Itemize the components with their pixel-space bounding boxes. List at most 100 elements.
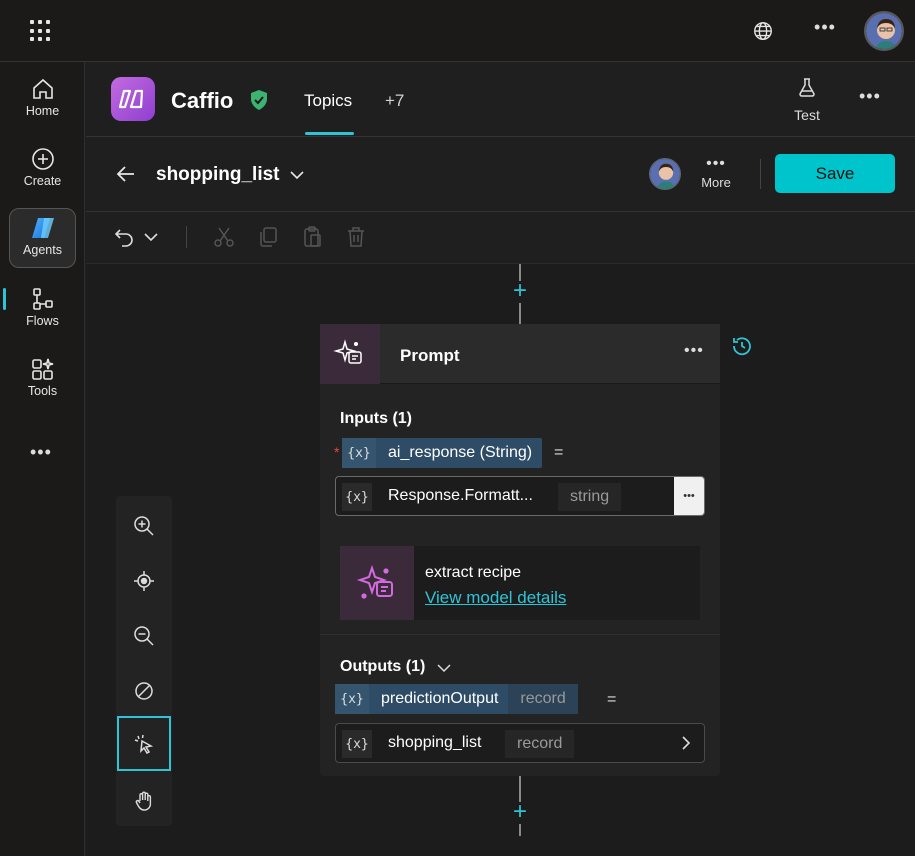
recenter-button[interactable]: [116, 553, 172, 608]
zoom-in-icon: [134, 515, 154, 536]
active-tab-underline: [305, 132, 354, 135]
cut-icon[interactable]: [212, 225, 236, 249]
divider: [760, 159, 761, 189]
output-variable-name: predictionOutput: [381, 690, 499, 707]
agent-logo: [111, 77, 155, 121]
equals-sign: =: [607, 691, 617, 708]
more-button[interactable]: ••• More: [694, 155, 738, 199]
rail-item-create[interactable]: Create: [9, 140, 76, 200]
more-label: More: [701, 175, 731, 190]
rail-item-agents[interactable]: Agents: [9, 208, 76, 268]
rail-item-flows[interactable]: Flows: [9, 280, 76, 340]
test-button[interactable]: Test: [786, 76, 828, 124]
chevron-down-icon[interactable]: [142, 225, 160, 249]
card-title: Prompt: [400, 346, 460, 365]
toolbar-divider: [186, 226, 187, 248]
app-launcher-icon[interactable]: [30, 20, 52, 42]
more-options-icon[interactable]: •••: [812, 17, 838, 43]
back-arrow-icon[interactable]: [114, 162, 138, 186]
hand-icon: [135, 791, 152, 811]
flask-icon: [799, 78, 815, 97]
topic-bar: shopping_list ••• More Save: [86, 137, 915, 212]
input-variable-name: ai_response (String): [388, 444, 533, 461]
model-icon-box: [340, 546, 414, 620]
target-icon: [134, 570, 154, 591]
add-node-plus-icon[interactable]: +: [509, 279, 531, 303]
model-box: extract recipe View model details: [340, 546, 700, 620]
output-value-field[interactable]: {x} shopping_list record: [335, 723, 705, 763]
required-marker: *: [334, 444, 340, 460]
agent-name: Caffio: [171, 88, 234, 113]
input-value-type: string: [558, 483, 622, 511]
flows-icon: [32, 288, 53, 310]
chevron-down-icon[interactable]: [289, 167, 305, 183]
rail-label-agents: Agents: [23, 243, 62, 257]
left-nav-rail: Home Create Agents Flows Tools •••: [0, 62, 85, 856]
agents-icon: [31, 218, 54, 238]
card-header: Prompt •••: [320, 324, 720, 384]
top-bar: •••: [0, 0, 915, 62]
variable-icon: {x}: [342, 730, 372, 758]
user-avatar[interactable]: [864, 11, 904, 51]
chevron-right-icon[interactable]: [678, 735, 694, 751]
topic-title[interactable]: shopping_list: [156, 164, 280, 186]
chevron-down-icon[interactable]: [436, 660, 452, 676]
active-indicator: [3, 288, 6, 310]
section-divider: [320, 634, 720, 635]
equals-sign: =: [554, 444, 564, 461]
prompt-node-card[interactable]: Prompt ••• Inputs (1) * {x} ai_response …: [320, 324, 720, 776]
input-variable-chip[interactable]: {x} ai_response (String): [342, 438, 543, 468]
app-header: Caffio Topics +7 Test •••: [86, 62, 915, 137]
variable-icon: {x}: [342, 483, 372, 511]
zoom-in-button[interactable]: [116, 498, 172, 553]
history-icon[interactable]: [730, 334, 754, 358]
rail-more-icon[interactable]: •••: [30, 442, 52, 463]
save-button[interactable]: Save: [775, 154, 895, 193]
outputs-heading[interactable]: Outputs (1): [340, 658, 425, 676]
field-more-icon[interactable]: •••: [674, 477, 704, 515]
rail-item-home[interactable]: Home: [9, 70, 76, 130]
model-name: extract recipe: [425, 564, 522, 581]
test-label: Test: [794, 107, 820, 123]
variable-icon: {x}: [335, 684, 369, 714]
eye-off-icon: [135, 681, 153, 700]
prompt-icon-box: [320, 324, 380, 384]
output-value-type: record: [505, 730, 575, 758]
prompt-sparkle-icon: [333, 339, 362, 364]
editor-toolbar: [86, 212, 915, 264]
add-node-plus-icon[interactable]: +: [509, 800, 531, 824]
shield-check-icon: [251, 90, 267, 110]
zoom-out-icon: [134, 625, 154, 646]
view-model-details-link[interactable]: View model details: [425, 588, 566, 608]
tab-topics[interactable]: Topics: [304, 91, 352, 111]
header-more-icon[interactable]: •••: [859, 86, 881, 107]
globe-icon[interactable]: [752, 20, 774, 42]
rail-label-home: Home: [25, 104, 60, 118]
rail-item-tools[interactable]: Tools: [9, 350, 76, 410]
prompt-sparkle-icon: [356, 564, 393, 599]
zoom-out-button[interactable]: [116, 608, 172, 663]
flow-canvas[interactable]: + + Prompt ••• Inputs (1) * {x} ai_respo…: [86, 264, 915, 856]
undo-icon[interactable]: [112, 225, 136, 249]
rail-label-tools: Tools: [27, 384, 58, 398]
select-mode-button[interactable]: [117, 716, 171, 771]
inputs-heading: Inputs (1): [340, 410, 412, 427]
plus-circle-icon: [31, 148, 54, 170]
collaborator-avatar[interactable]: [649, 158, 681, 190]
paste-icon[interactable]: [300, 225, 324, 249]
delete-icon[interactable]: [344, 225, 368, 249]
home-icon: [32, 78, 53, 99]
tools-icon: [31, 358, 53, 380]
output-variable-type: record: [508, 684, 578, 714]
canvas-controls: [116, 496, 172, 826]
hide-minimap-button[interactable]: [116, 663, 172, 718]
output-variable-chip[interactable]: {x} predictionOutput record: [335, 684, 578, 714]
output-value-name: shopping_list: [388, 734, 482, 751]
rail-label-flows: Flows: [26, 314, 59, 328]
copy-icon[interactable]: [256, 225, 280, 249]
card-more-icon[interactable]: •••: [684, 342, 704, 360]
variable-icon: {x}: [342, 438, 376, 468]
tab-more[interactable]: +7: [385, 91, 404, 111]
input-value-field[interactable]: {x} Response.Formatt... string •••: [335, 476, 705, 516]
pan-mode-button[interactable]: [116, 773, 172, 828]
